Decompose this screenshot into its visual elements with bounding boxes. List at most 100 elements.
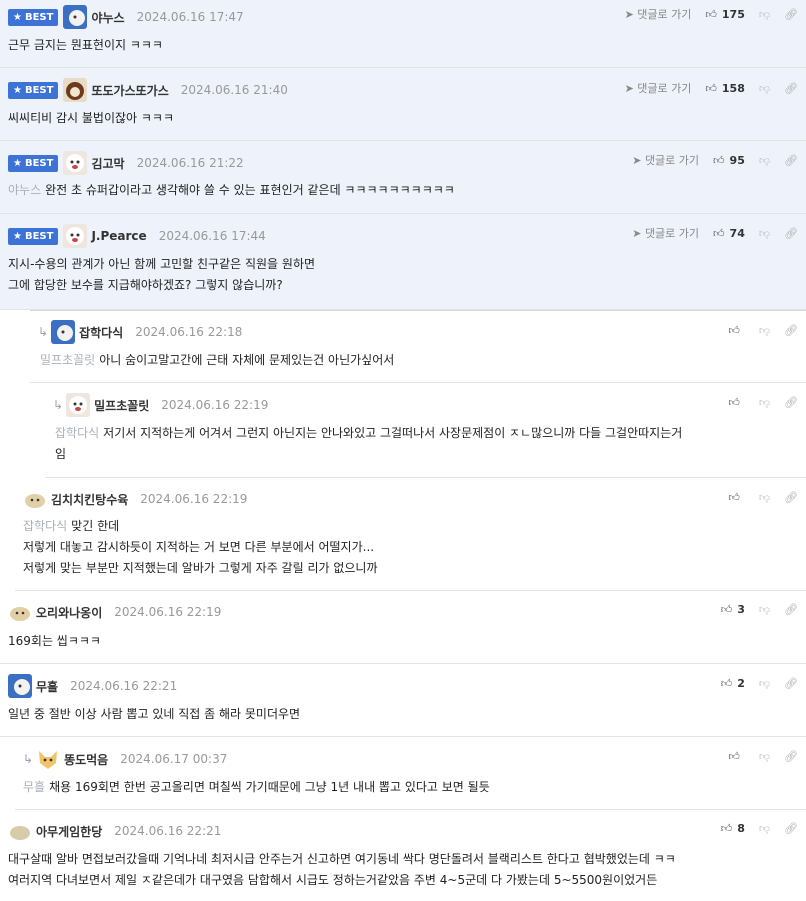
thumbs-up-icon: 👍︎	[720, 676, 733, 690]
share-link-icon[interactable]: 🔗︎	[784, 8, 798, 21]
avatar[interactable]	[23, 487, 47, 511]
comment-item: ★ BEST 또도가스또가스 2024.06.16 21:40 ➤ 댓글로 가기 …	[0, 68, 806, 141]
avatar[interactable]	[63, 5, 88, 29]
dislike-button[interactable]: 👎︎	[759, 324, 770, 337]
comment-author[interactable]: 아무게임한당	[36, 823, 102, 840]
avatar[interactable]	[36, 747, 61, 771]
comment-text: 저렇게 맞는 부분만 지적했는데 알바가 그렇게 자주 갈릴 리가 없으니까	[23, 561, 378, 575]
comment-author[interactable]: 또도가스또가스	[91, 82, 168, 99]
dislike-button[interactable]: 👎︎	[759, 677, 770, 690]
share-link-icon[interactable]: 🔗︎	[784, 82, 798, 95]
comment-author[interactable]: 야누스	[91, 9, 124, 26]
comment-date: 2024.06.16 22:18	[135, 325, 243, 339]
reply-arrow-icon: ↳	[23, 752, 34, 766]
dislike-button[interactable]: 👎︎	[759, 154, 770, 167]
comment-item: 아무게임한당 2024.06.16 22:21 👍︎ 8 👎︎ 🔗︎ 대구살때 알…	[0, 810, 806, 901]
dislike-button[interactable]: 👎︎	[759, 82, 770, 95]
thumbs-up-icon: 👍︎	[728, 749, 740, 763]
avatar[interactable]	[8, 819, 32, 843]
share-link-icon[interactable]: 🔗︎	[784, 750, 798, 763]
dislike-button[interactable]: 👎︎	[759, 750, 770, 763]
mention-tag[interactable]: 무흘	[23, 780, 45, 794]
avatar[interactable]	[63, 151, 88, 175]
mention-tag[interactable]: 밀프초꼴릿	[40, 353, 95, 367]
avatar[interactable]	[63, 78, 88, 102]
like-button[interactable]: 👍︎ 2	[721, 677, 745, 690]
like-button[interactable]: 👍︎ 74	[713, 227, 745, 240]
reply-item: ↳ 밀프초꼴릿 2024.06.16 22:19 👍︎ 👎︎ 🔗︎ 잡학다식 저기…	[45, 383, 806, 478]
comment-text: 지시-수용의 관계가 아닌 함께 고민할 친구같은 직원을 원하면	[8, 257, 316, 271]
avatar[interactable]	[8, 674, 32, 698]
comment-text: 여러지역 다녀보면서 제일 ㅈ같은데가 대구였음 담합해서 시급도 정하는거같았…	[8, 873, 658, 887]
thumbs-up-icon: 👍︎	[705, 7, 717, 21]
like-count: 3	[737, 602, 745, 616]
star-icon: ★	[13, 84, 22, 96]
avatar[interactable]	[63, 224, 88, 248]
reply-arrow-icon: ↳	[53, 398, 64, 412]
like-button[interactable]: 👍︎ 95	[713, 154, 745, 167]
share-link-icon[interactable]: 🔗︎	[784, 822, 798, 835]
comment-date: 2024.06.16 21:40	[180, 83, 288, 97]
comment-author[interactable]: 김고막	[91, 155, 124, 172]
go-to-reply-link[interactable]: ➤ 댓글로 가기	[632, 152, 699, 168]
avatar[interactable]	[66, 393, 91, 417]
comment-text: 무흘 채용 169회면 한번 공고올리면 며칠씩 가기때문에 그냥 1년 내내 뽑…	[23, 780, 490, 794]
comment-author[interactable]: J.Pearce	[91, 229, 146, 243]
comment-author[interactable]: 김치치킨탕수육	[51, 491, 128, 508]
like-button[interactable]: 👍︎ 158	[705, 82, 744, 95]
comment-date: 2024.06.16 17:47	[136, 10, 244, 24]
comment-text: 씨씨티비 감시 불법이잖아 ㅋㅋㅋ	[8, 111, 175, 125]
share-link-icon[interactable]: 🔗︎	[784, 154, 798, 167]
like-count: 2	[737, 676, 745, 690]
dislike-button[interactable]: 👎︎	[759, 603, 770, 616]
go-to-reply-link[interactable]: ➤ 댓글로 가기	[625, 6, 692, 22]
comment-item: ★ BEST J.Pearce 2024.06.16 17:44 ➤ 댓글로 가기…	[0, 214, 806, 310]
go-to-reply-link[interactable]: ➤ 댓글로 가기	[632, 225, 699, 241]
mention-tag[interactable]: 잡학다식	[55, 426, 99, 440]
dislike-button[interactable]: 👎︎	[759, 822, 770, 835]
mention-tag[interactable]: 잡학다식	[23, 519, 67, 533]
like-button[interactable]: 👍︎ 3	[721, 603, 745, 616]
comment-author[interactable]: 오리와나옹이	[36, 604, 102, 621]
comment-text: 잡학다식 맞긴 한데	[23, 519, 120, 533]
comment-date: 2024.06.16 21:22	[136, 156, 244, 170]
share-link-icon[interactable]: 🔗︎	[784, 396, 798, 409]
thumbs-up-icon: 👍︎	[720, 821, 733, 835]
like-button[interactable]: 👍︎	[728, 396, 745, 409]
like-button[interactable]: 👍︎ 175	[705, 8, 744, 21]
comment-author[interactable]: 똥도먹음	[64, 751, 108, 768]
thumbs-up-icon: 👍︎	[728, 395, 740, 409]
arrow-icon: ➤	[632, 227, 645, 240]
like-button[interactable]: 👍︎ 8	[721, 822, 745, 835]
dislike-button[interactable]: 👎︎	[759, 396, 770, 409]
dislike-button[interactable]: 👎︎	[759, 227, 770, 240]
share-link-icon[interactable]: 🔗︎	[784, 603, 798, 616]
comment-text: 임	[55, 447, 67, 461]
like-button[interactable]: 👍︎	[728, 491, 745, 504]
share-link-icon[interactable]: 🔗︎	[784, 491, 798, 504]
avatar[interactable]	[51, 320, 76, 344]
comment-author[interactable]: 잡학다식	[79, 324, 123, 341]
dislike-button[interactable]: 👎︎	[759, 8, 770, 21]
like-button[interactable]: 👍︎	[728, 324, 745, 337]
arrow-icon: ➤	[632, 154, 645, 167]
best-badge: ★ BEST	[8, 154, 59, 172]
arrow-icon: ➤	[624, 8, 638, 21]
avatar[interactable]	[8, 600, 32, 624]
share-link-icon[interactable]: 🔗︎	[784, 227, 798, 240]
dislike-button[interactable]: 👎︎	[759, 491, 770, 504]
comment-author[interactable]: 무흘	[36, 678, 58, 695]
like-button[interactable]: 👍︎	[728, 750, 745, 763]
comment-text: 일년 중 절반 이상 사람 뽑고 있네 직접 좀 해라 못미더우면	[8, 707, 301, 721]
reply-item: ↳ 똥도먹음 2024.06.17 00:37 👍︎ 👎︎ 🔗︎ 무흘 채용 16…	[15, 737, 806, 810]
share-link-icon[interactable]: 🔗︎	[784, 677, 798, 690]
comment-author[interactable]: 밀프초꼴릿	[94, 397, 149, 414]
comment-date: 2024.06.16 22:21	[70, 679, 178, 693]
go-to-reply-link[interactable]: ➤ 댓글로 가기	[625, 80, 692, 96]
comment-text: 근무 금지는 뭔표현이지 ㅋㅋㅋ	[8, 38, 163, 52]
thumbs-up-icon: 👍︎	[728, 323, 740, 337]
reply-item: 김치치킨탕수육 2024.06.16 22:19 👍︎ 👎︎ 🔗︎ 잡학다식 맞긴…	[15, 478, 806, 591]
share-link-icon[interactable]: 🔗︎	[784, 324, 798, 337]
comment-text: 대구살때 알바 면접보러갔을때 기억나네 최저시급 안주는거 신고하면 여기동네…	[8, 852, 676, 866]
mention-tag[interactable]: 야누스	[8, 183, 41, 197]
